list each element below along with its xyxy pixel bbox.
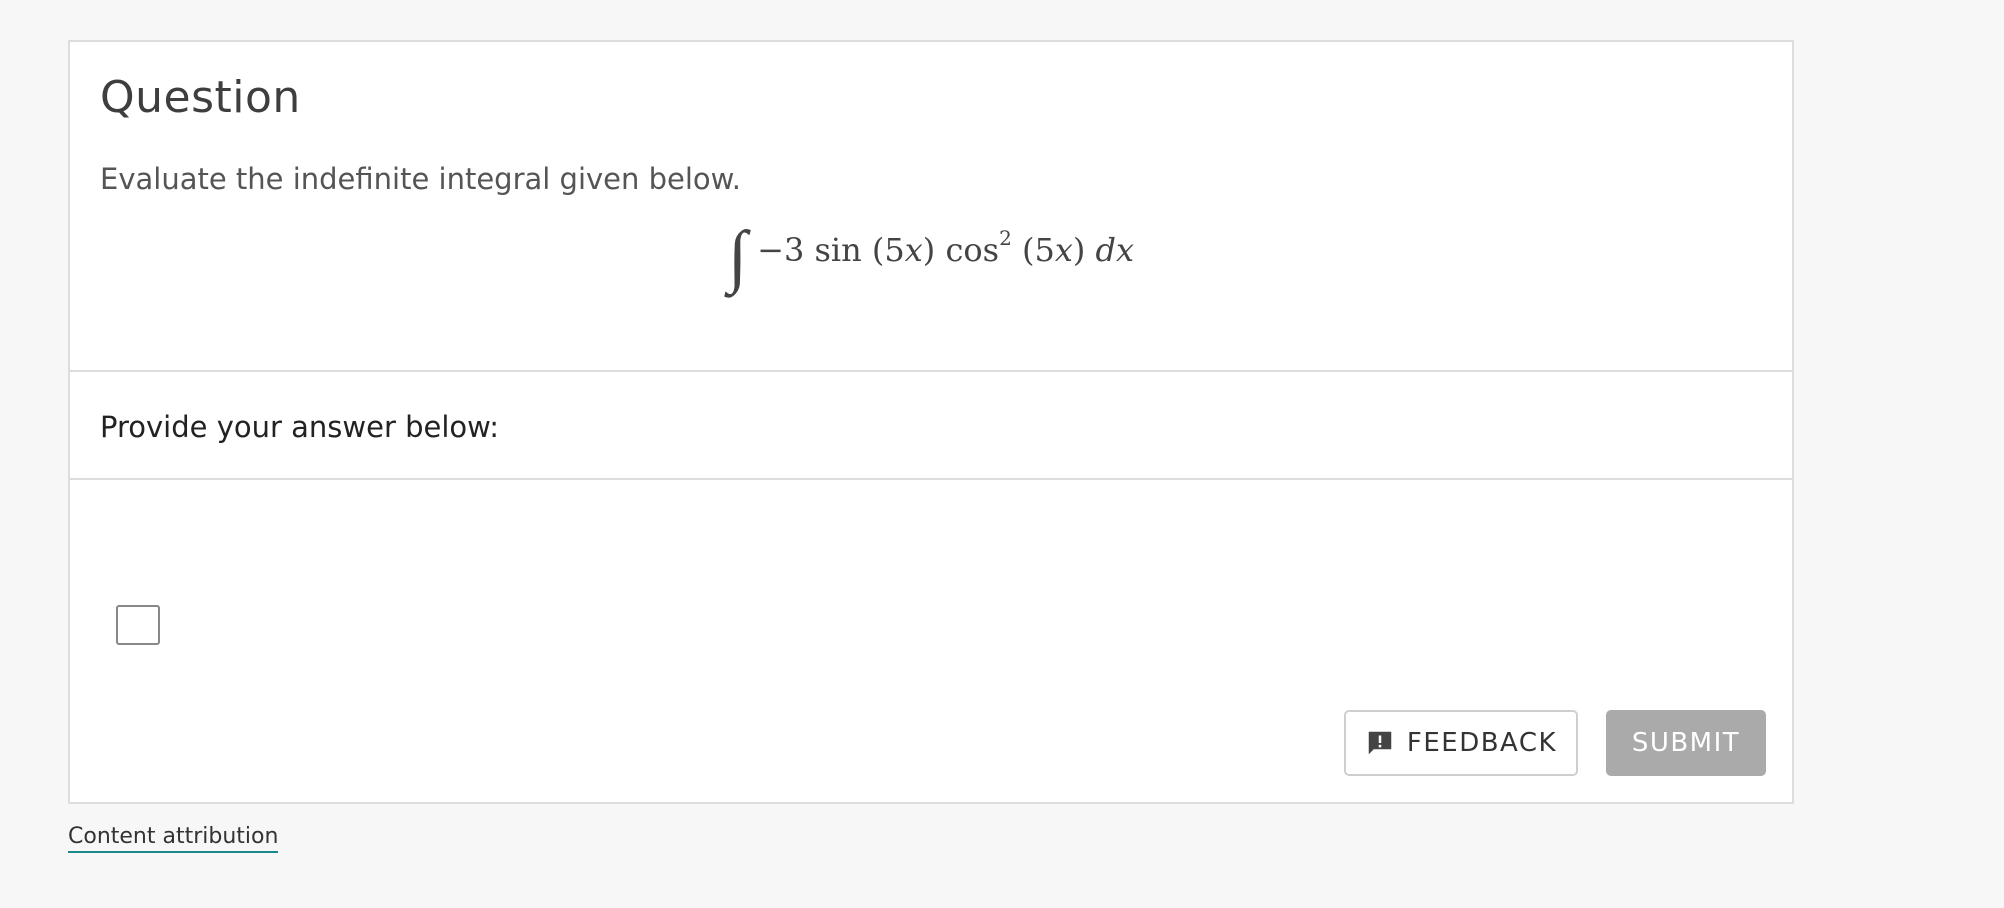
integral-var-2: x [1054,231,1073,269]
question-prompt: Evaluate the indefinite integral given b… [100,162,741,196]
integral-exponent: 2 [999,226,1012,250]
integral-differential: dx [1095,231,1135,269]
integral-expression: ∫ −3 sin (5x) cos2 (5x) dx [70,222,1792,292]
question-title: Question [100,72,301,123]
integral-var-1: x [904,231,923,269]
integral-arg-open: (5 [1011,231,1055,269]
answer-label-section: Provide your answer below: [70,372,1792,480]
question-card: Question Evaluate the indefinite integra… [68,40,1794,804]
content-attribution-link[interactable]: Content attribution [68,824,279,853]
submit-button[interactable]: SUBMIT [1606,710,1766,776]
feedback-icon [1368,731,1392,755]
integral-coef: −3 sin (5 [757,231,905,269]
question-section: Question Evaluate the indefinite integra… [70,42,1792,372]
integral-arg-close: ) [1072,231,1096,269]
integral-sign: ∫ [727,218,748,295]
feedback-button[interactable]: FEEDBACK [1344,710,1578,776]
answer-input[interactable] [116,605,160,645]
answer-label: Provide your answer below: [100,410,500,444]
feedback-label: FEEDBACK [1406,728,1558,758]
integral-mid: ) cos [922,231,1000,269]
